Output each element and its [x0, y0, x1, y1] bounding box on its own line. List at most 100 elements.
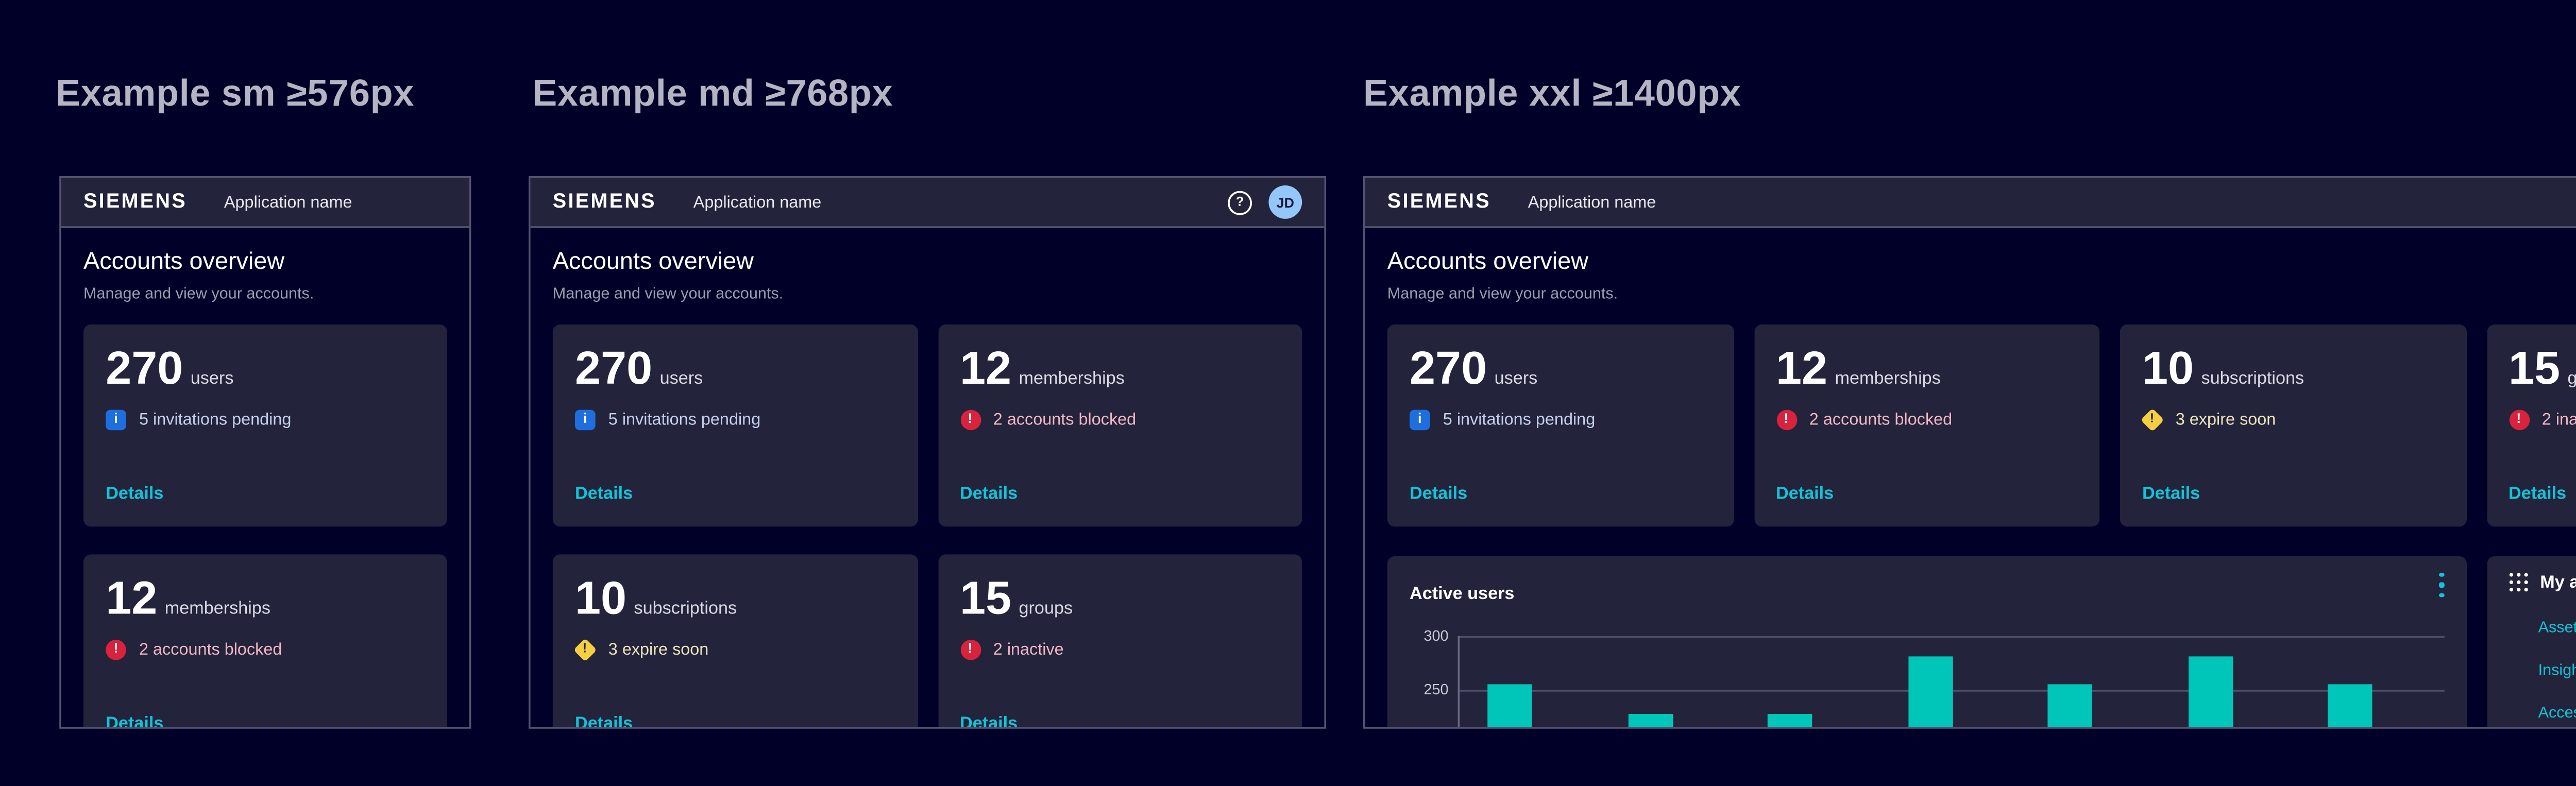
error-icon: ! [1776, 409, 1797, 430]
details-link[interactable]: Details [960, 484, 1280, 505]
stat-label: subscriptions [2201, 368, 2304, 389]
grid-dot [2524, 580, 2528, 584]
stat-card-users: 270usersi5 invitations pendingDetails [1387, 324, 1733, 526]
stat-cards-grid: 270usersi5 invitations pendingDetails12m… [83, 324, 447, 729]
icon-glyph: ! [968, 642, 972, 656]
help-icon[interactable]: ? [1228, 190, 1252, 214]
page-title: Accounts overview [83, 247, 447, 275]
details-link[interactable]: Details [1776, 484, 2077, 505]
status-row: i 5 invitations pending [575, 409, 895, 430]
user-avatar[interactable]: JD [1268, 185, 1302, 219]
stat-card-groups: 15 groups !2 inactive Details [2486, 324, 2576, 526]
details-link[interactable]: Details [575, 484, 895, 505]
grid-dot [2516, 589, 2520, 592]
grid-dot [2516, 580, 2520, 584]
header-actions: ? JD [1228, 185, 1302, 219]
siemens-logo: SIEMENS [1387, 191, 1491, 213]
my-apps-title: My apps [2540, 573, 2576, 593]
app-link-label: Assets flow [2538, 618, 2576, 636]
list-item: Assets flow› [2538, 608, 2576, 642]
status-row: !2 inactive [960, 639, 1280, 659]
app-link-access-key[interactable]: Access key› [2538, 704, 2576, 722]
list-item: Insights› [2538, 651, 2576, 685]
list-item: Access key› [2538, 694, 2576, 728]
details-link[interactable]: Details [575, 714, 895, 729]
details-link[interactable]: Details [2142, 484, 2444, 505]
stat-value-row: 15 groups [2509, 350, 2576, 388]
chart-bar [2328, 684, 2372, 729]
stat-number: 270 [106, 350, 183, 388]
application-name: Application name [693, 193, 822, 211]
stat-value-row: 12 memberships [960, 350, 1280, 388]
status-row: !2 inactive [2509, 409, 2576, 430]
grid-dot [2524, 573, 2528, 576]
status-text: 2 accounts blocked [1809, 410, 1952, 429]
stat-label: users [660, 368, 703, 389]
app-link-insights[interactable]: Insights› [2538, 660, 2576, 679]
icon-glyph: ! [1784, 412, 1788, 426]
grid-dot [2509, 580, 2512, 584]
stat-value-row: 270 users [106, 350, 425, 388]
siemens-logo: SIEMENS [83, 191, 187, 213]
warning-icon: ! [2141, 407, 2164, 431]
status-text: 3 expire soon [608, 640, 709, 658]
stat-card-groups: 15groups !2 inactive Details [938, 554, 1302, 728]
application-name: Application name [224, 193, 352, 211]
y-axis-tick-label: 250 [1402, 681, 1449, 698]
error-icon: ! [960, 639, 980, 659]
stat-number: 270 [575, 350, 652, 388]
kebab-menu-icon[interactable] [2434, 573, 2449, 597]
error-icon: ! [2509, 409, 2529, 430]
page-content: Accounts overviewManage and view your ac… [1365, 228, 2576, 729]
stat-value-row: 12memberships [106, 580, 425, 619]
grid-dot [2509, 589, 2512, 592]
details-link[interactable]: Details [960, 714, 1280, 729]
status-row: i5 invitations pending [106, 409, 425, 430]
stat-number: 12 [960, 350, 1011, 388]
chart-bar [1908, 656, 1952, 728]
y-axis-line [1458, 636, 1460, 729]
details-link[interactable]: Details [2509, 484, 2576, 505]
page-content: Accounts overview Manage and view your ac… [61, 228, 469, 729]
widgets-row: Active users300250My appsAssets flow›Ins… [1387, 556, 2576, 729]
grid-dot [2524, 589, 2528, 592]
stat-card-memberships: 12memberships !2 accounts blocked Details [83, 554, 447, 728]
application-name: Application name [1528, 193, 1656, 211]
info-icon: i [1410, 409, 1430, 430]
stat-label: users [191, 368, 234, 389]
stat-number: 15 [2509, 350, 2560, 388]
stat-label: memberships [1835, 368, 1941, 389]
page-title: Accounts overview [553, 247, 1302, 275]
stat-label: groups [1019, 598, 1073, 619]
section-title-sm: Example sm ≥576px [56, 74, 414, 117]
my-apps-panel: My apps Assets flow› Insights› Access key› A… [2486, 556, 2576, 729]
icon-glyph: i [583, 412, 587, 426]
section-title-xxl: Example xxl ≥1400px [1363, 74, 1741, 117]
details-link[interactable]: Details [106, 714, 425, 729]
apps-grid-icon [2509, 573, 2529, 593]
stat-value-row: 15groups [960, 580, 1280, 619]
status-row: ! 2 accounts blocked [1776, 409, 2077, 430]
icon-glyph: ! [583, 642, 587, 655]
y-axis-tick-label: 300 [1402, 628, 1449, 644]
chart-bar [1768, 713, 1812, 729]
stat-value-row: 270 users [575, 350, 895, 388]
stat-label: groups [2568, 368, 2576, 389]
stat-label: memberships [1019, 368, 1125, 389]
info-icon: i [106, 409, 126, 430]
grid-dot [2516, 573, 2520, 576]
status-text: 5 invitations pending [608, 410, 760, 429]
app-link-assets-flow[interactable]: Assets flow› [2538, 618, 2576, 636]
kebab-dot [2439, 583, 2444, 587]
stat-number: 12 [106, 580, 157, 619]
stat-label: subscriptions [634, 598, 737, 619]
stat-value-row: 270users [1410, 350, 1711, 388]
icon-glyph: ! [2150, 413, 2155, 425]
page-subtitle: Manage and view your accounts. [83, 284, 447, 302]
details-link[interactable]: Details [1410, 484, 1711, 505]
details-link[interactable]: Details [106, 484, 425, 505]
my-apps-list: Assets flow›Insights›Access key›Assets A… [2509, 608, 2576, 729]
status-row: !2 accounts blocked [106, 639, 425, 659]
icon-glyph: i [1418, 412, 1422, 426]
page-subtitle: Manage and view your accounts. [553, 284, 1302, 302]
